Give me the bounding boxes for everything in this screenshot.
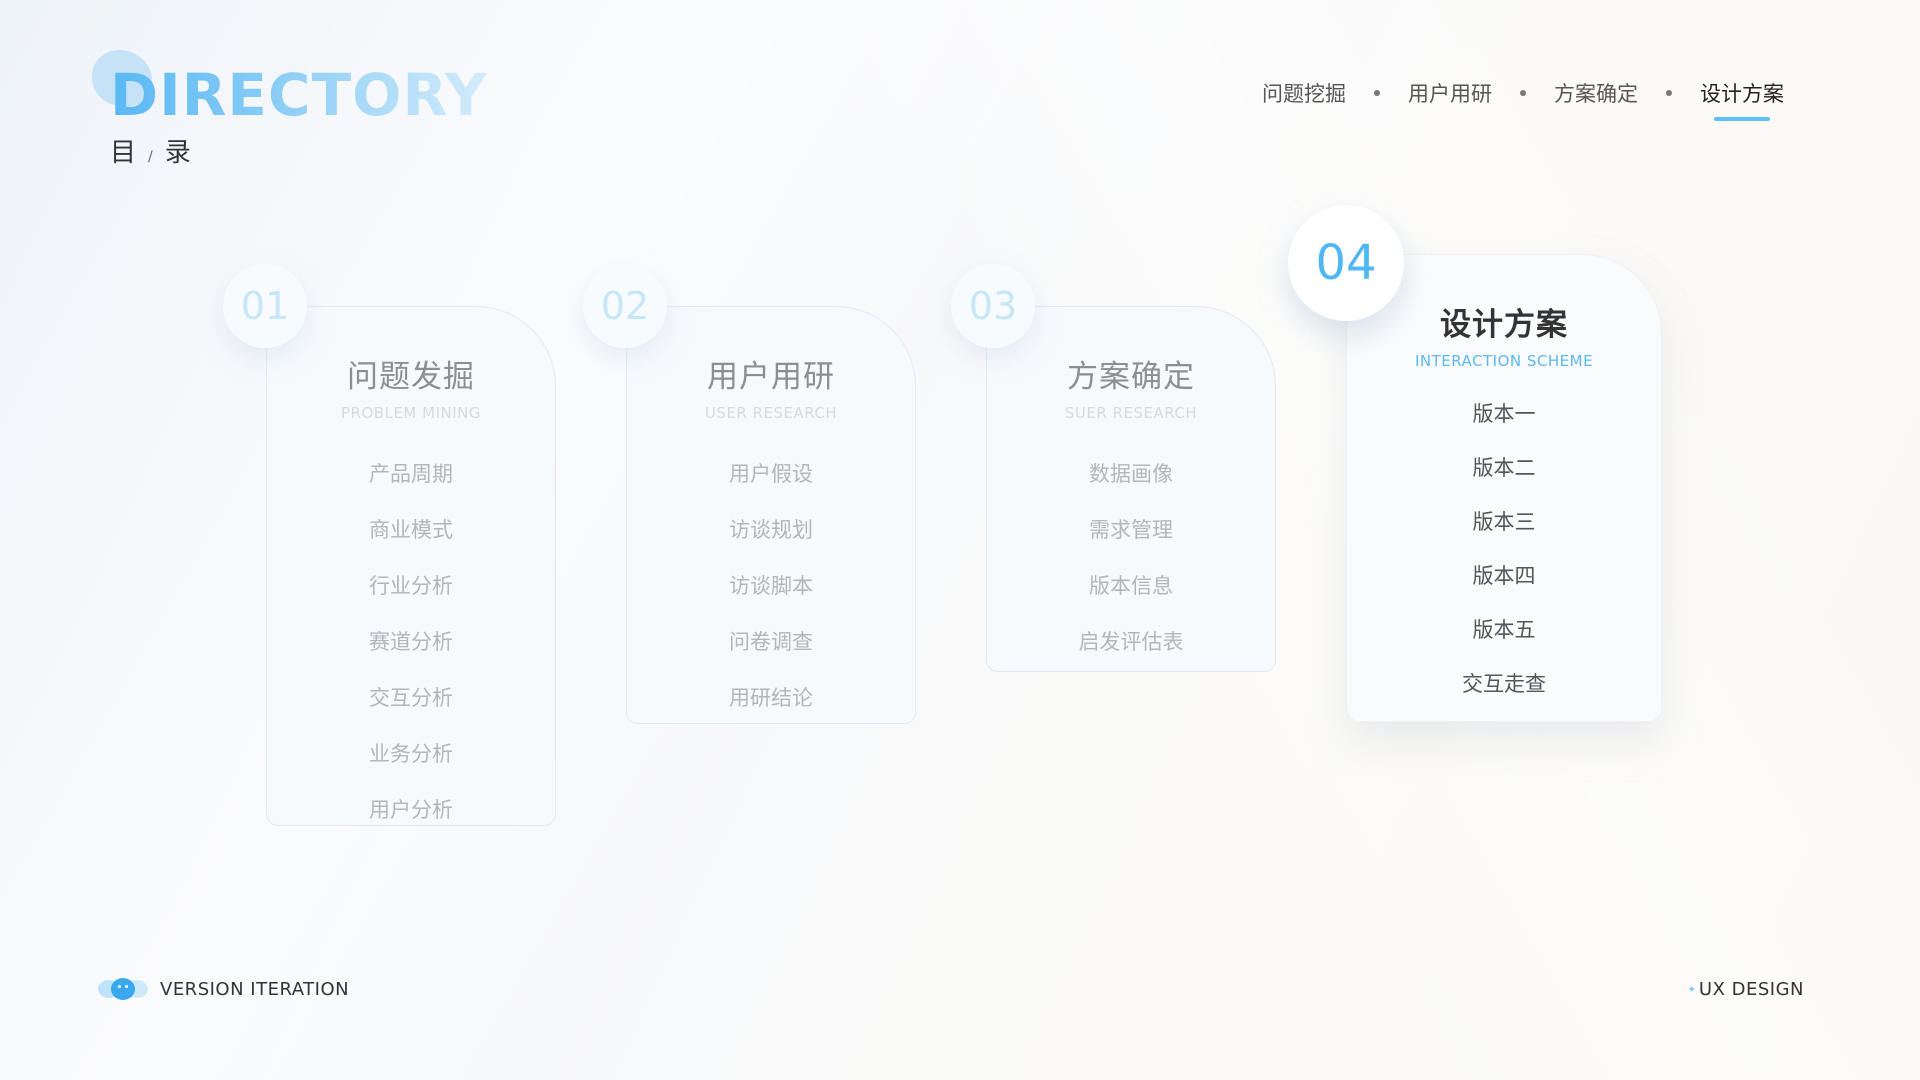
card-list-item[interactable]: 版本一: [1347, 398, 1661, 428]
card-list-item[interactable]: 赛道分析: [267, 626, 555, 656]
card-list-item[interactable]: 行业分析: [267, 570, 555, 600]
top-nav: 问题挖掘 用户用研 方案确定 设计方案: [1262, 78, 1784, 121]
subtitle-separator: /: [148, 149, 153, 165]
card-list-item[interactable]: 产品周期: [267, 458, 555, 488]
card-list-item[interactable]: 问卷调查: [627, 626, 915, 656]
card-subtitle: USER RESEARCH: [704, 404, 838, 422]
directory-subtitle: 目 / 录: [110, 132, 191, 169]
footer-brand: VERSION ITERATION: [98, 978, 349, 1000]
section-number-badge: 02: [583, 264, 667, 348]
section-card-user-research[interactable]: 用户用研 USER RESEARCH 用户假设 访谈规划 访谈脚本 问卷调查 用…: [626, 306, 916, 724]
nav-dot-separator: [1520, 90, 1526, 96]
nav-item-design-scheme[interactable]: 设计方案: [1700, 78, 1784, 121]
section-card-solution[interactable]: 方案确定 SUER RESEARCH 数据画像 需求管理 版本信息 启发评估表: [986, 306, 1276, 672]
sparkle-icon: ✦: [1687, 983, 1697, 996]
section-card-problem-mining[interactable]: 问题发掘 PROBLEM MINING 产品周期 商业模式 行业分析 赛道分析 …: [266, 306, 556, 826]
nav-dot-separator: [1374, 90, 1380, 96]
card-list-item[interactable]: 访谈脚本: [627, 570, 915, 600]
card-title: 方案确定: [1067, 359, 1195, 395]
card-list-item[interactable]: 用户假设: [627, 458, 915, 488]
card-list-item[interactable]: 版本五: [1347, 614, 1661, 644]
card-list-item[interactable]: 商业模式: [267, 514, 555, 544]
card-list-item[interactable]: 用研结论: [627, 682, 915, 712]
card-subtitle: INTERACTION SCHEME: [1414, 352, 1594, 370]
card-item-list: 版本一 版本二 版本三 版本四 版本五 交互走查: [1347, 398, 1661, 698]
nav-item-solution[interactable]: 方案确定: [1554, 78, 1638, 108]
card-list-item[interactable]: 版本三: [1347, 506, 1661, 536]
card-subtitle: PROBLEM MINING: [341, 404, 481, 422]
card-list-item[interactable]: 需求管理: [987, 514, 1275, 544]
card-list-item[interactable]: 版本二: [1347, 452, 1661, 482]
card-item-list: 用户假设 访谈规划 访谈脚本 问卷调查 用研结论: [627, 458, 915, 712]
card-title: 用户用研: [707, 359, 835, 395]
card-list-item[interactable]: 数据画像: [987, 458, 1275, 488]
nav-item-user-research[interactable]: 用户用研: [1408, 78, 1492, 108]
nav-dot-separator: [1666, 90, 1672, 96]
directory-title: DIRECTORY: [110, 61, 488, 129]
card-item-list: 数据画像 需求管理 版本信息 启发评估表: [987, 458, 1275, 656]
footer-right-label: UX DESIGN: [1698, 979, 1804, 1000]
card-list-item[interactable]: 启发评估表: [987, 626, 1275, 656]
card-list-item[interactable]: 用户分析: [267, 794, 555, 824]
section-number-badge-active: 04: [1288, 205, 1404, 321]
nav-item-problem-mining[interactable]: 问题挖掘: [1262, 78, 1346, 108]
section-number-badge: 01: [223, 264, 307, 348]
footer-left-label: VERSION ITERATION: [160, 978, 350, 1000]
cat-cloud-logo-icon: [98, 978, 148, 1000]
card-list-item[interactable]: 版本信息: [987, 570, 1275, 600]
card-list-item[interactable]: 交互分析: [267, 682, 555, 712]
section-card-design-scheme[interactable]: 设计方案 INTERACTION SCHEME 版本一 版本二 版本三 版本四 …: [1346, 254, 1662, 722]
card-list-item[interactable]: 交互走查: [1347, 668, 1661, 698]
subtitle-char-left: 目: [110, 138, 137, 168]
card-list-item[interactable]: 业务分析: [267, 738, 555, 768]
card-subtitle: SUER RESEARCH: [1064, 404, 1198, 422]
section-number-badge: 03: [951, 264, 1035, 348]
card-title: 设计方案: [1440, 307, 1568, 343]
card-title: 问题发掘: [347, 359, 475, 395]
card-list-item[interactable]: 访谈规划: [627, 514, 915, 544]
subtitle-char-right: 录: [164, 138, 191, 168]
footer-tag: ✦ UX DESIGN: [1687, 979, 1804, 1000]
card-item-list: 产品周期 商业模式 行业分析 赛道分析 交互分析 业务分析 用户分析: [267, 458, 555, 824]
card-list-item[interactable]: 版本四: [1347, 560, 1661, 590]
